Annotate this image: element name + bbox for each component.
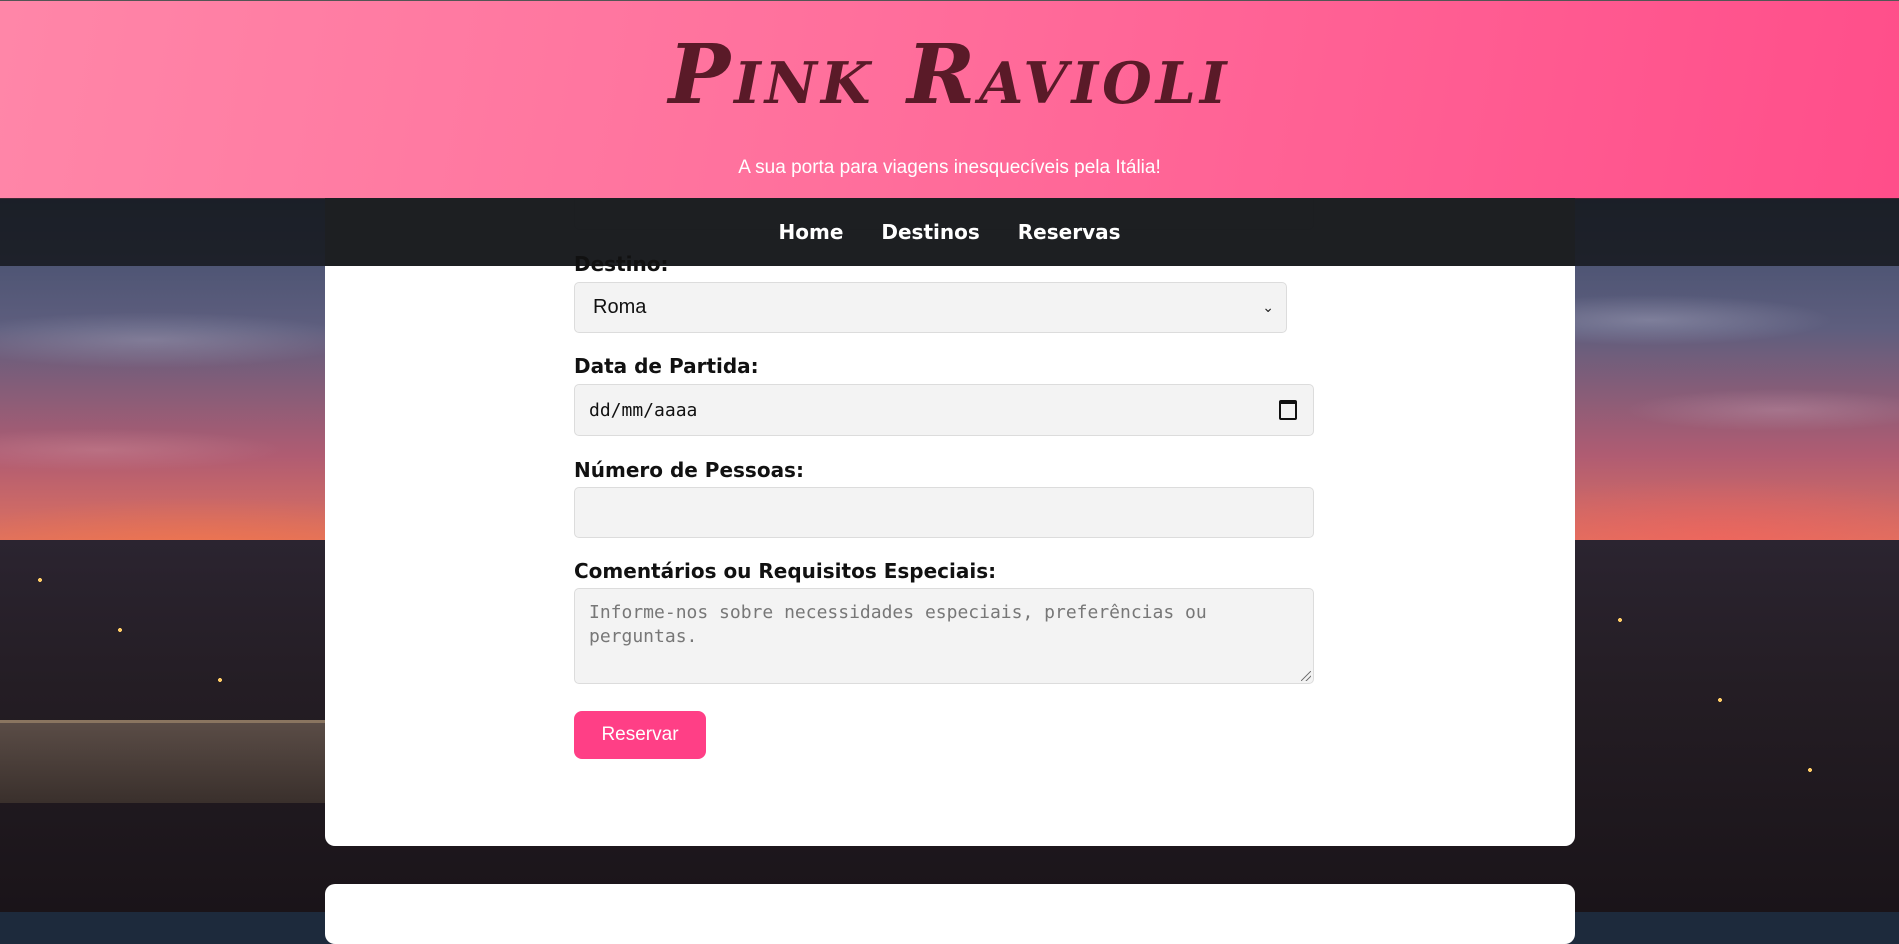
comentarios-label: Comentários ou Requisitos Especiais:: [574, 559, 997, 583]
site-tagline: A sua porta para viagens inesquecíveis p…: [738, 157, 1161, 178]
destino-select[interactable]: Roma ⌄: [574, 282, 1287, 333]
date-placeholder: dd/mm/aaaa: [589, 399, 698, 421]
numero-pessoas-input[interactable]: [574, 487, 1314, 538]
comentarios-placeholder: Informe-nos sobre necessidades especiais…: [589, 602, 1207, 647]
nav-item-reservas[interactable]: Reservas: [1018, 220, 1121, 244]
nav-item-destinos[interactable]: Destinos: [881, 220, 979, 244]
data-partida-label: Data de Partida:: [574, 354, 759, 378]
chevron-down-icon: ⌄: [1262, 299, 1274, 315]
numero-pessoas-label: Número de Pessoas:: [574, 458, 804, 482]
main-navbar: Home Destinos Reservas: [0, 198, 1899, 266]
site-header: Pink Ravioli A sua porta para viagens in…: [0, 0, 1899, 199]
destino-label: Destino:: [574, 252, 669, 276]
site-logo-title[interactable]: Pink Ravioli: [0, 27, 1899, 123]
nav-item-home[interactable]: Home: [779, 220, 844, 244]
next-section-card: [325, 884, 1575, 944]
data-partida-input[interactable]: dd/mm/aaaa: [574, 384, 1314, 436]
destino-selected-value: Roma: [593, 296, 647, 318]
nav-links: Home Destinos Reservas: [0, 198, 1899, 266]
resize-handle-icon[interactable]: [1301, 671, 1311, 681]
reservar-button[interactable]: Reservar: [574, 711, 706, 759]
bridge: [0, 720, 330, 803]
comentarios-textarea[interactable]: Informe-nos sobre necessidades especiais…: [574, 588, 1314, 684]
calendar-icon[interactable]: [1279, 400, 1297, 420]
